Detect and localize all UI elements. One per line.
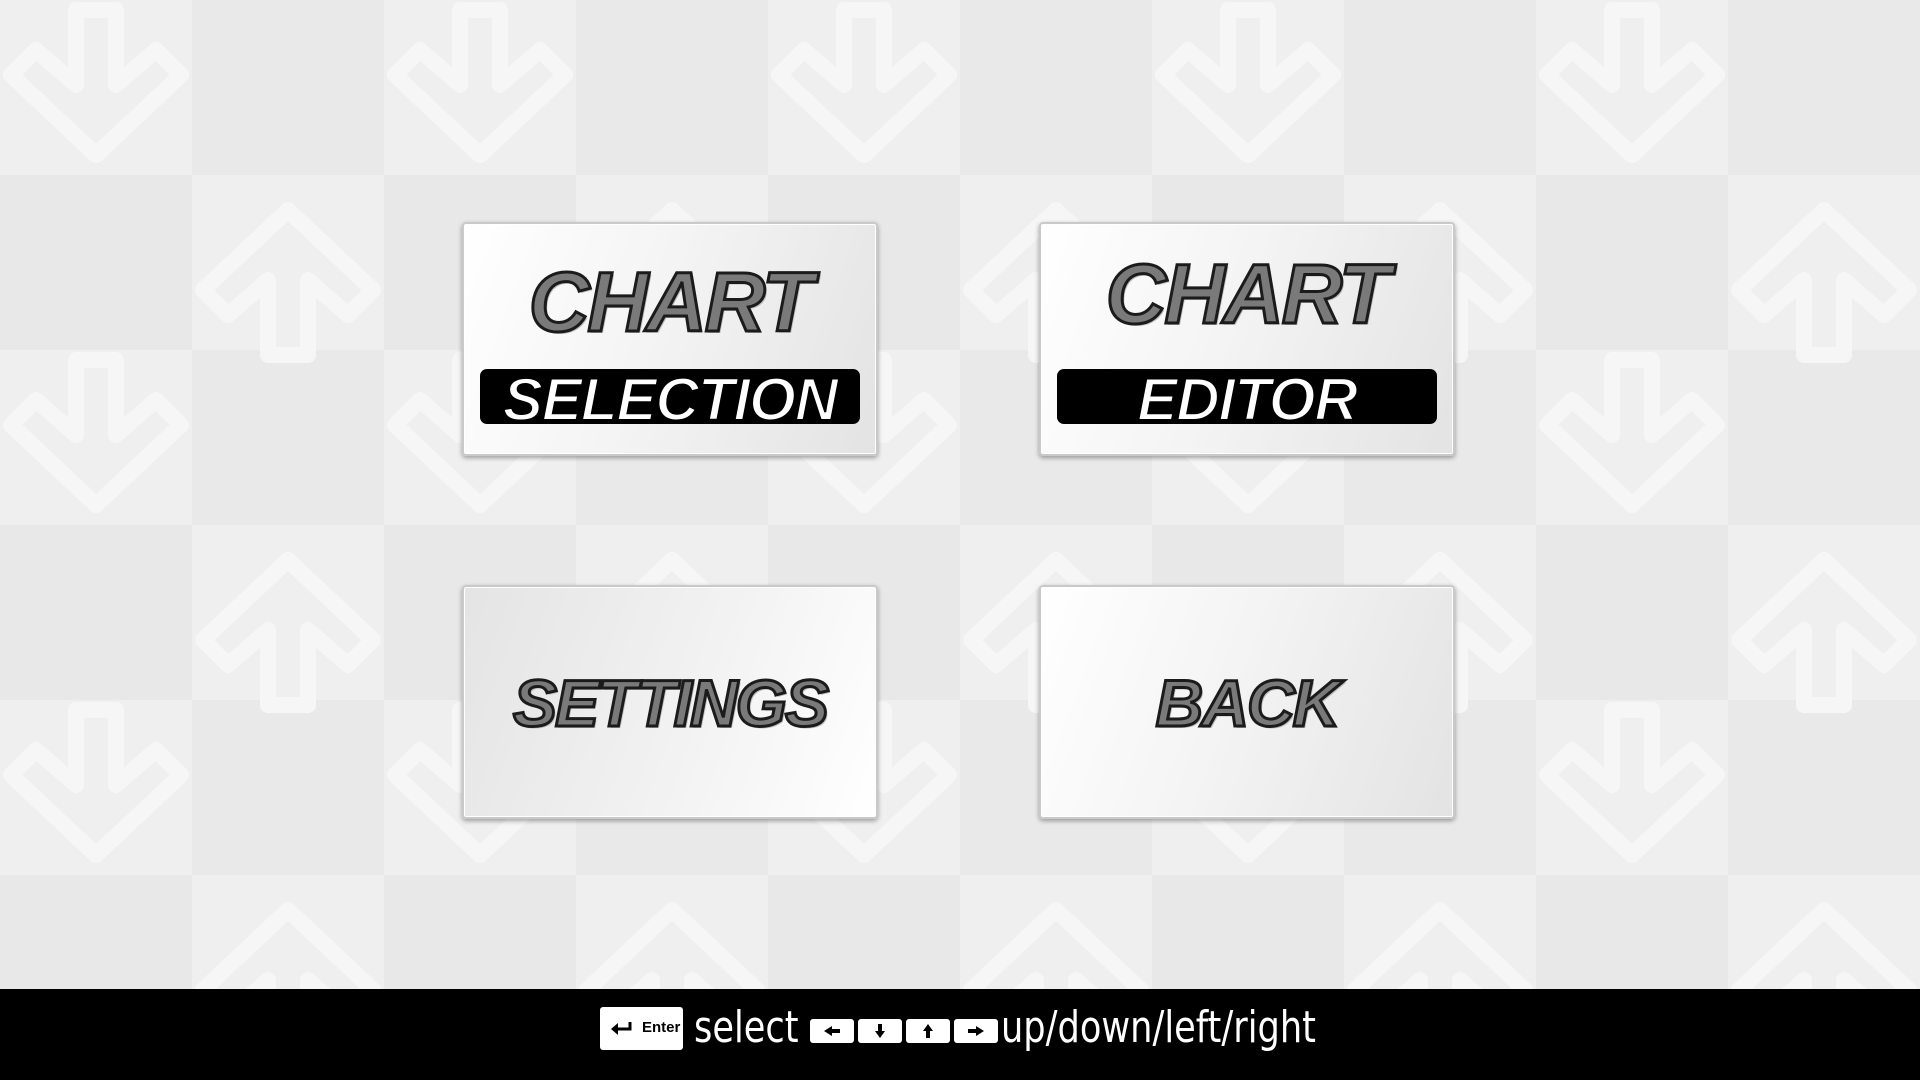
chart-selection-subtitle: SELECTION xyxy=(502,369,839,424)
arrow-up-key-icon xyxy=(906,1019,950,1043)
back-label: BACK xyxy=(1154,665,1342,742)
arrow-right-key-icon xyxy=(954,1019,998,1043)
chart-selection-title: CHART xyxy=(527,254,814,351)
settings-button[interactable]: SETTINGS xyxy=(462,585,878,819)
select-hint: select xyxy=(694,1002,799,1053)
arrow-pattern-background xyxy=(0,0,1920,989)
settings-label: SETTINGS xyxy=(511,665,830,742)
chart-editor-button[interactable]: CHART EDITOR xyxy=(1039,222,1455,456)
navigation-hint: up/down/left/right xyxy=(1001,1002,1316,1053)
back-button[interactable]: BACK xyxy=(1039,585,1455,819)
enter-key-icon: Enter xyxy=(600,1007,683,1050)
arrow-left-key-icon xyxy=(810,1019,854,1043)
enter-key-label: Enter xyxy=(642,1019,681,1036)
chart-editor-subtitle: EDITOR xyxy=(1136,369,1359,424)
chart-selection-button[interactable]: CHART SELECTION xyxy=(462,222,878,456)
chart-selection-banner: SELECTION xyxy=(480,369,860,424)
arrow-down-key-icon xyxy=(858,1019,902,1043)
chart-editor-banner: EDITOR xyxy=(1057,369,1437,424)
chart-editor-title: CHART xyxy=(1104,246,1391,343)
